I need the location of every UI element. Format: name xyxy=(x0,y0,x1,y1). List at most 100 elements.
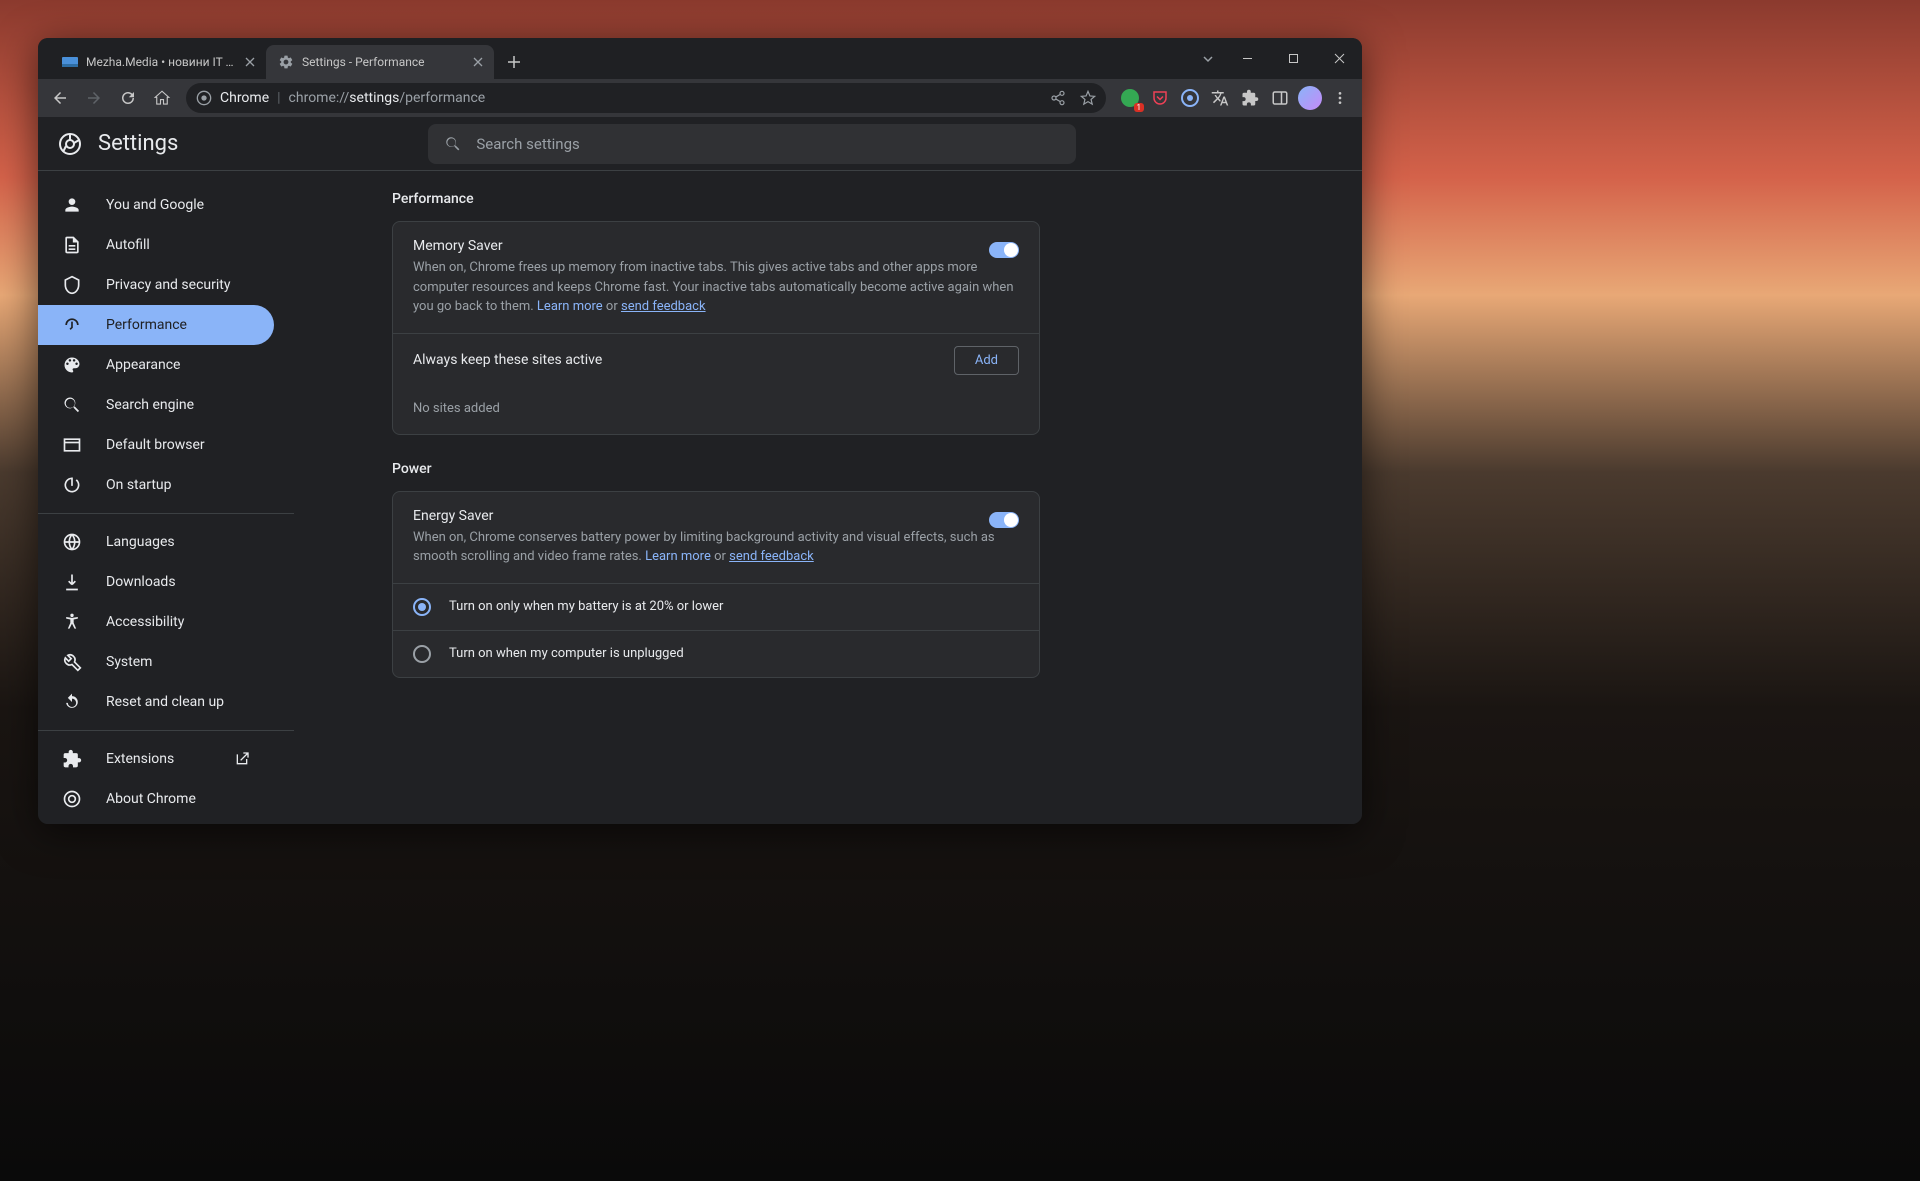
sidebar-item-label: Accessibility xyxy=(106,614,184,630)
search-icon xyxy=(444,135,462,153)
settings-logo: Settings xyxy=(58,131,178,156)
menu-icon[interactable] xyxy=(1328,86,1352,110)
accessibility-icon xyxy=(62,612,82,632)
browser-icon xyxy=(62,435,82,455)
person-icon xyxy=(62,195,82,215)
sidebar-item-label: Search engine xyxy=(106,397,194,413)
sidebar-item-privacy[interactable]: Privacy and security xyxy=(38,265,274,305)
sidebar-item-autofill[interactable]: Autofill xyxy=(38,225,274,265)
radio-label: Turn on only when my battery is at 20% o… xyxy=(449,599,723,614)
settings-header: Settings Search settings xyxy=(38,117,1362,171)
sidebar-item-search-engine[interactable]: Search engine xyxy=(38,385,274,425)
tab-settings[interactable]: Settings - Performance xyxy=(266,45,494,79)
settings-page: Settings Search settings You and Google A… xyxy=(38,117,1362,824)
power-icon xyxy=(62,475,82,495)
sidebar-item-label: Privacy and security xyxy=(106,277,230,293)
send-feedback-link[interactable]: send feedback xyxy=(621,299,706,314)
radio-icon xyxy=(413,598,431,616)
extension-blue-icon[interactable] xyxy=(1178,86,1202,110)
sidebar-item-about[interactable]: About Chrome xyxy=(38,779,274,819)
avatar[interactable] xyxy=(1298,86,1322,110)
always-active-row: Always keep these sites active Add xyxy=(393,333,1039,387)
memory-saver-card: Memory Saver When on, Chrome frees up me… xyxy=(392,221,1040,435)
reset-icon xyxy=(62,692,82,712)
energy-saver-title: Energy Saver xyxy=(413,508,1019,524)
sidebar-item-label: Extensions xyxy=(106,751,174,767)
sidebar-item-downloads[interactable]: Downloads xyxy=(38,562,274,602)
omnibox-label: Chrome xyxy=(220,90,269,106)
pocket-icon[interactable] xyxy=(1148,86,1172,110)
settings-body: You and Google Autofill Privacy and securi… xyxy=(38,171,1362,824)
sidebar-item-system[interactable]: System xyxy=(38,642,274,682)
memory-saver-row: Memory Saver When on, Chrome frees up me… xyxy=(393,222,1039,333)
sidebar-item-accessibility[interactable]: Accessibility xyxy=(38,602,274,642)
wrench-icon xyxy=(62,652,82,672)
favicon-mezha xyxy=(62,54,78,70)
add-button[interactable]: Add xyxy=(954,346,1019,375)
sidebar-item-reset[interactable]: Reset and clean up xyxy=(38,682,274,722)
energy-saver-toggle[interactable] xyxy=(989,512,1019,528)
energy-saver-row: Energy Saver When on, Chrome conserves b… xyxy=(393,492,1039,583)
sidebar-item-label: Default browser xyxy=(106,437,205,453)
search-settings[interactable]: Search settings xyxy=(428,124,1076,164)
chrome-icon xyxy=(196,90,212,106)
omnibox[interactable]: Chrome | chrome://settings/performance xyxy=(186,83,1106,113)
radio-unplugged[interactable]: Turn on when my computer is unplugged xyxy=(393,630,1039,677)
always-active-label: Always keep these sites active xyxy=(413,352,602,368)
sidepanel-icon[interactable] xyxy=(1268,86,1292,110)
sidebar-item-languages[interactable]: Languages xyxy=(38,522,274,562)
forward-button[interactable] xyxy=(78,82,110,114)
sidebar-item-default-browser[interactable]: Default browser xyxy=(38,425,274,465)
radio-battery-20[interactable]: Turn on only when my battery is at 20% o… xyxy=(393,583,1039,630)
sidebar-item-label: Reset and clean up xyxy=(106,694,224,710)
external-link-icon xyxy=(234,751,250,767)
back-button[interactable] xyxy=(44,82,76,114)
memory-saver-toggle[interactable] xyxy=(989,242,1019,258)
sidebar-item-appearance[interactable]: Appearance xyxy=(38,345,274,385)
close-icon[interactable] xyxy=(242,54,258,70)
reload-button[interactable] xyxy=(112,82,144,114)
palette-icon xyxy=(62,355,82,375)
tab-title: Mezha.Media • новини IT та огл xyxy=(86,55,234,69)
extension-icons: 1 xyxy=(1114,86,1356,110)
send-feedback-link[interactable]: send feedback xyxy=(729,549,814,564)
bookmark-icon[interactable] xyxy=(1080,90,1096,106)
maximize-button[interactable] xyxy=(1270,38,1316,79)
home-button[interactable] xyxy=(146,82,178,114)
chevron-down-icon[interactable] xyxy=(1192,38,1224,79)
sidebar-item-label: On startup xyxy=(106,477,172,493)
settings-title: Settings xyxy=(98,131,178,156)
sidebar-item-on-startup[interactable]: On startup xyxy=(38,465,274,505)
content: Performance Memory Saver When on, Chrome… xyxy=(294,171,1362,824)
close-button[interactable] xyxy=(1316,38,1362,79)
new-tab-button[interactable] xyxy=(500,48,528,76)
learn-more-link[interactable]: Learn more xyxy=(537,299,603,314)
sidebar: You and Google Autofill Privacy and securi… xyxy=(38,171,294,824)
close-icon[interactable] xyxy=(470,54,486,70)
translate-icon[interactable] xyxy=(1208,86,1232,110)
sidebar-item-label: System xyxy=(106,654,152,670)
share-icon[interactable] xyxy=(1050,90,1066,106)
minimize-button[interactable] xyxy=(1224,38,1270,79)
shield-icon xyxy=(62,275,82,295)
sidebar-item-you-google[interactable]: You and Google xyxy=(38,185,274,225)
toolbar: Chrome | chrome://settings/performance 1 xyxy=(38,79,1362,117)
learn-more-link[interactable]: Learn more xyxy=(645,549,711,564)
tab-mezha[interactable]: Mezha.Media • новини IT та огл xyxy=(50,45,266,79)
radio-label: Turn on when my computer is unplugged xyxy=(449,646,684,661)
window-controls xyxy=(1192,38,1362,79)
energy-saver-desc: When on, Chrome conserves battery power … xyxy=(413,528,1019,567)
gear-icon xyxy=(278,54,294,70)
memory-saver-desc: When on, Chrome frees up memory from ina… xyxy=(413,258,1019,317)
sidebar-item-label: Autofill xyxy=(106,237,150,253)
memory-saver-title: Memory Saver xyxy=(413,238,1019,254)
extension-green-icon[interactable]: 1 xyxy=(1118,86,1142,110)
globe-icon xyxy=(62,532,82,552)
sidebar-item-label: About Chrome xyxy=(106,791,196,807)
puzzle-icon[interactable] xyxy=(1238,86,1262,110)
chrome-icon xyxy=(62,789,82,809)
sidebar-item-label: You and Google xyxy=(106,197,204,213)
sidebar-item-extensions[interactable]: Extensions xyxy=(38,739,274,779)
sidebar-item-performance[interactable]: Performance xyxy=(38,305,274,345)
section-title-performance: Performance xyxy=(392,191,1040,207)
